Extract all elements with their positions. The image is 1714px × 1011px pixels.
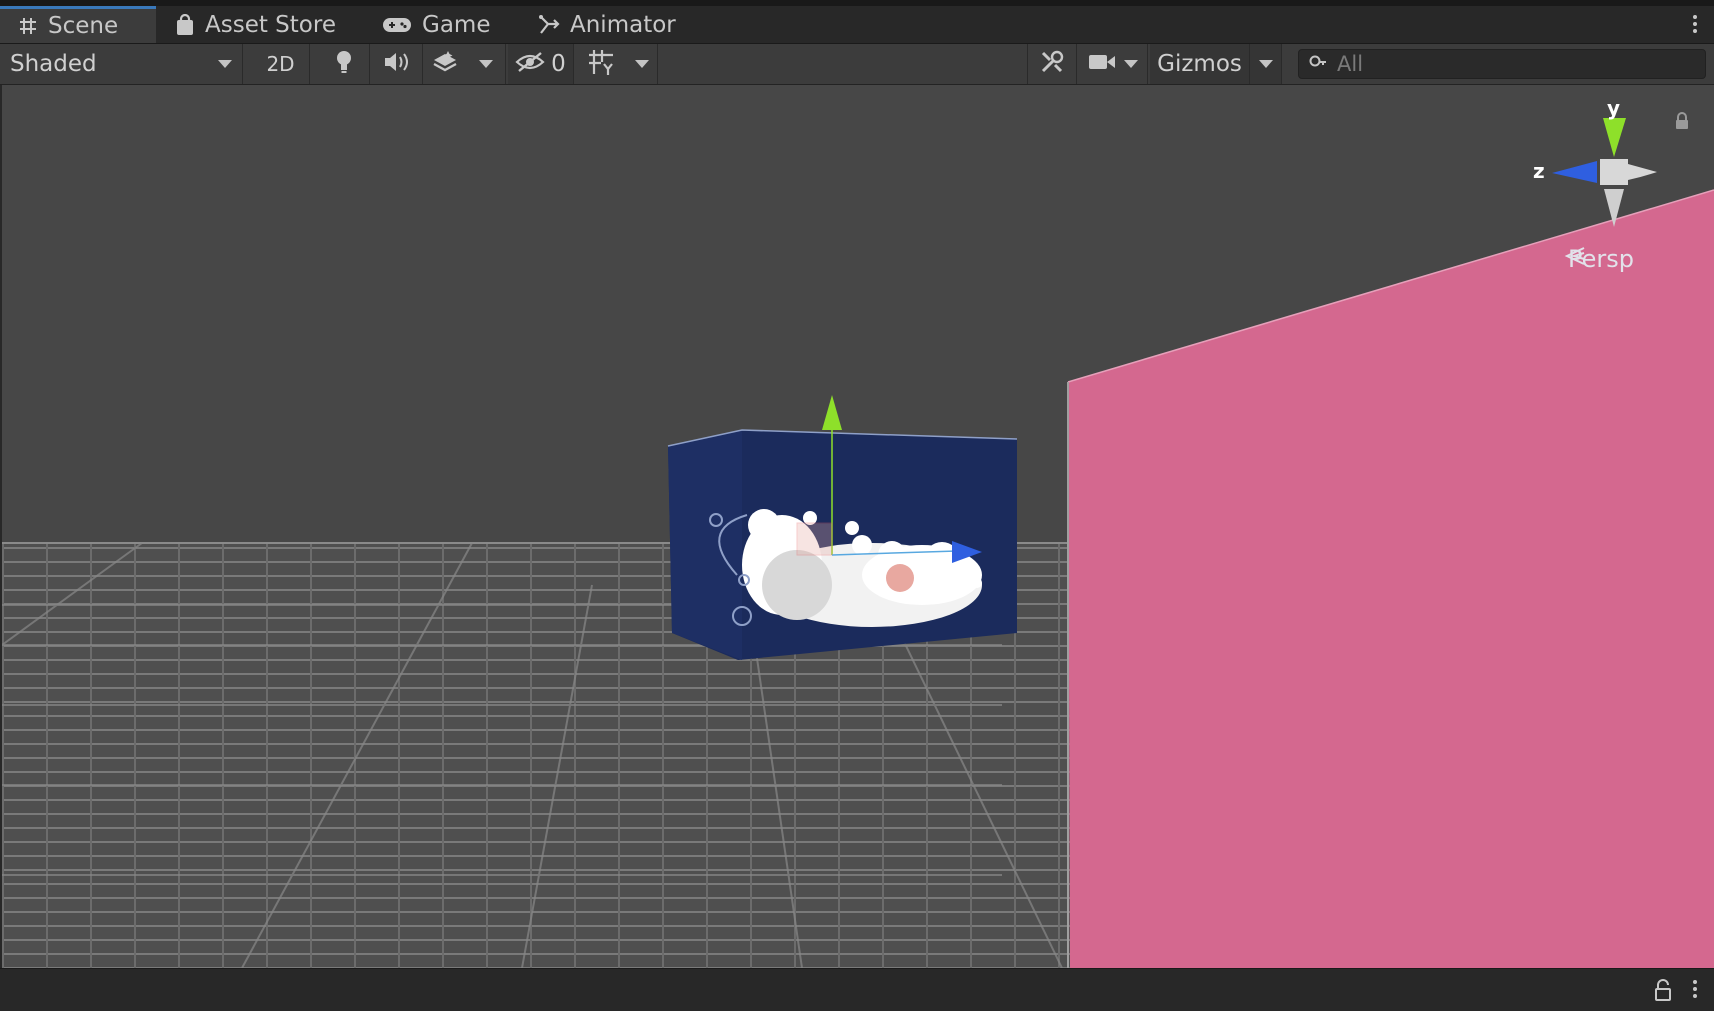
animator-icon: [538, 14, 560, 35]
chevron-down-icon: [1123, 60, 1138, 68]
tab-label: Scene: [48, 13, 119, 39]
scene-render: y z: [2, 85, 1714, 968]
chevron-down-icon: [478, 60, 493, 68]
grid-dropdown-button[interactable]: [626, 44, 658, 84]
gamepad-icon: [382, 16, 412, 34]
projection-toggle[interactable]: Persp: [1564, 245, 1634, 273]
gizmos-label: Gizmos: [1157, 51, 1242, 77]
tab-label: Game: [422, 11, 491, 38]
lighting-toggle-button[interactable]: [318, 44, 370, 84]
layers-effects-icon: [432, 50, 458, 78]
hierarchy-search-box[interactable]: [1298, 49, 1706, 79]
shopping-bag-icon: [175, 13, 195, 36]
chevron-down-icon: [634, 60, 649, 68]
tools-button[interactable]: [1027, 44, 1077, 84]
light-bulb-icon: [335, 50, 353, 78]
draw-mode-label: Shaded: [10, 51, 97, 77]
gizmos-toggle-button[interactable]: Gizmos: [1150, 44, 1250, 84]
eye-hidden-icon: [515, 51, 545, 77]
toggle-2d-label: 2D: [266, 52, 295, 76]
search-icon: [1309, 54, 1327, 74]
unlock-icon[interactable]: [1654, 979, 1672, 1005]
axis-label-z: z: [1533, 159, 1545, 183]
speaker-icon: [383, 51, 411, 77]
draw-mode-dropdown[interactable]: Shaded: [0, 44, 243, 84]
camera-settings-button[interactable]: [1078, 44, 1148, 84]
toggle-2d-button[interactable]: 2D: [252, 44, 310, 84]
grid-snapping-button[interactable]: [576, 44, 626, 84]
chevron-down-icon: [1258, 60, 1273, 68]
tab-asset-store[interactable]: Asset Store: [157, 6, 357, 43]
tab-label: Asset Store: [205, 11, 336, 38]
editor-tab-bar: Scene Asset Store Game Animator: [0, 6, 1714, 44]
gizmos-dropdown-button[interactable]: [1250, 44, 1282, 84]
scene-visibility-button[interactable]: 0: [508, 44, 574, 84]
effects-toggle-button[interactable]: [424, 44, 466, 84]
grid-hash-icon: [18, 16, 38, 36]
status-options-menu-icon[interactable]: [1690, 977, 1700, 1003]
tab-animator[interactable]: Animator: [520, 6, 700, 43]
tab-game[interactable]: Game: [364, 6, 504, 43]
video-camera-icon: [1088, 53, 1116, 75]
tab-scene[interactable]: Scene: [0, 6, 156, 43]
tools-icon: [1040, 50, 1064, 78]
axis-label-y: y: [1607, 96, 1620, 120]
tab-options-menu-icon[interactable]: [1690, 12, 1700, 38]
grid-snap-icon: [587, 48, 615, 80]
hidden-object-count: 0: [551, 51, 566, 77]
effects-dropdown-button[interactable]: [466, 44, 506, 84]
status-bar: [0, 968, 1714, 1011]
audio-toggle-button[interactable]: [371, 44, 423, 84]
chevron-down-icon: [218, 60, 232, 68]
tab-label: Animator: [570, 11, 676, 38]
scene-viewport[interactable]: y z Persp: [2, 85, 1714, 968]
search-input[interactable]: [1337, 52, 1677, 76]
